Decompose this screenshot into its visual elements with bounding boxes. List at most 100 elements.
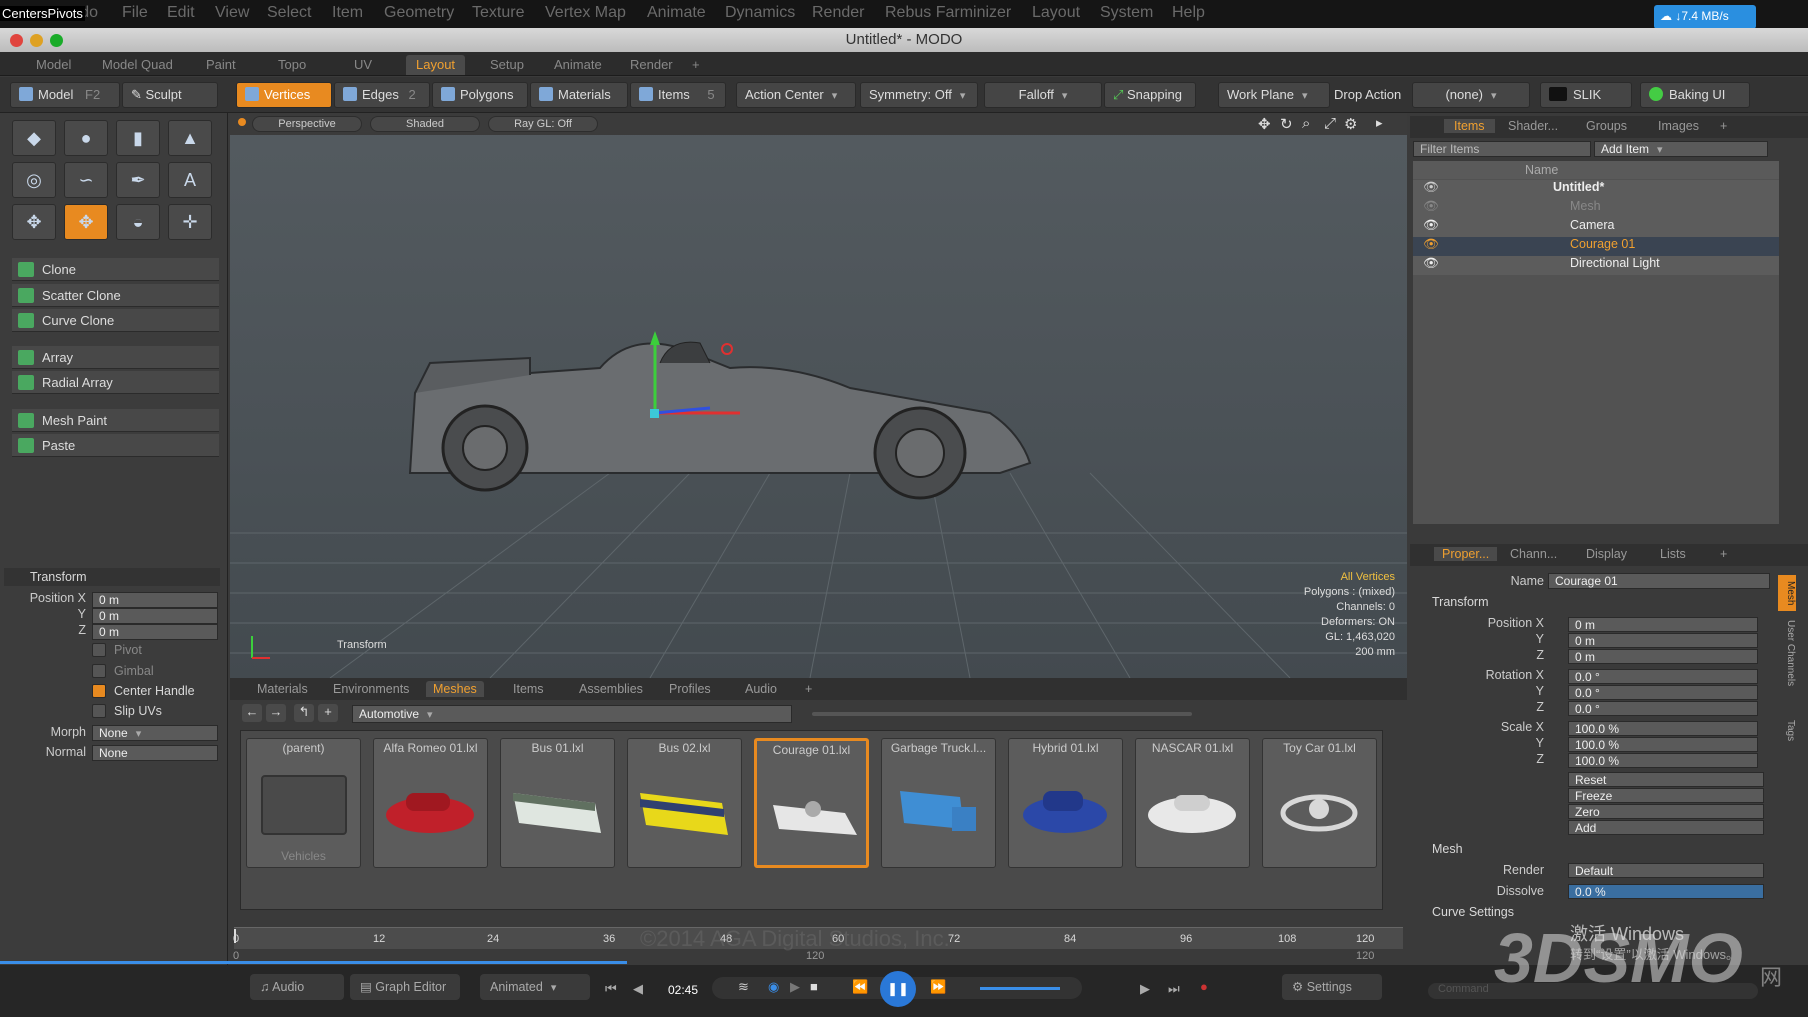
materials-button[interactable]: Materials [530,82,628,108]
menu-item[interactable]: Item [332,4,363,22]
zoom-icon[interactable]: ⌕ [1302,115,1310,132]
tab-audio[interactable]: Audio [738,681,784,697]
tab-layout[interactable]: Layout [406,55,466,75]
tab-meshes[interactable]: Meshes [426,681,484,697]
transform-icon[interactable]: ✥ [64,204,108,240]
tab-properties[interactable]: Proper... [1434,547,1498,561]
side-tab-mesh[interactable]: Mesh [1778,575,1796,611]
volume-icon[interactable]: ≋ [738,979,749,995]
falloff-dropdown[interactable]: Falloff [984,82,1102,108]
pause-icon[interactable]: ❚❚ [880,971,916,1007]
add-dropdown[interactable]: Add [1568,820,1764,835]
item-row-light[interactable]: 👁 Directional Light [1413,256,1779,275]
torus-icon[interactable]: ◎ [12,162,56,198]
tab-animate[interactable]: Animate [544,55,612,75]
curve-clone-button[interactable]: Curve Clone [12,309,219,332]
edges-button[interactable]: Edges 2 [334,82,430,108]
graph-editor-button[interactable]: ▤ Graph Editor [350,974,460,1000]
skip-start-icon[interactable]: ⏮ [605,981,617,997]
tab-images[interactable]: Images [1658,119,1699,133]
array-button[interactable]: Array [12,346,219,369]
gear-icon[interactable]: ⚙ [1344,115,1357,133]
settings-button[interactable]: ⚙ Settings [1282,974,1382,1000]
gimbal-checkbox[interactable] [92,664,106,678]
position-y-field[interactable]: 0 m [92,608,218,624]
position-z-field[interactable]: 0 m [92,624,218,640]
model-button[interactable]: Model F2 [10,82,120,108]
rotate-icon[interactable]: ◒ [116,204,160,240]
step-forward-icon[interactable]: ▶ [1140,981,1150,997]
prop-position-y[interactable]: 0 m [1568,633,1758,648]
paste-button[interactable]: Paste [12,434,219,457]
cube-icon[interactable]: ◆ [12,120,56,156]
item-row-scene[interactable]: 👁 Untitled* [1413,180,1779,199]
items-button[interactable]: Items 5 [630,82,726,108]
cylinder-icon[interactable]: ▮ [116,120,160,156]
timeline[interactable]: 0 12 24 36 48 60 72 84 96 108 120 0 120 … [230,925,1407,965]
tab-display[interactable]: Display [1586,547,1627,561]
preset-card-parent[interactable]: (parent) Vehicles [246,738,361,868]
eye-icon[interactable]: 👁 [1423,237,1439,252]
tab-render[interactable]: Render [620,55,683,75]
curve-settings-section[interactable]: Curve Settings [1432,905,1514,919]
menu-render[interactable]: Render [812,4,864,22]
chevron-right-icon[interactable]: ▸ [1376,115,1383,131]
menu-view[interactable]: View [215,4,249,22]
menu-animate[interactable]: Animate [647,4,706,22]
mesh-paint-button[interactable]: Mesh Paint [12,409,219,432]
prop-rotation-y[interactable]: 0.0 ° [1568,685,1758,700]
back-arrow-icon[interactable]: ← [242,704,262,722]
tab-lists[interactable]: Lists [1660,547,1686,561]
add-icon[interactable]: + [318,704,338,722]
prop-position-x[interactable]: 0 m [1568,617,1758,632]
work-plane-dropdown[interactable]: Work Plane [1218,82,1330,108]
eye-icon[interactable]: 👁 [1423,199,1439,214]
center-handle-checkbox[interactable] [92,684,106,698]
eye-icon[interactable]: 👁 [1423,218,1439,233]
sphere-icon[interactable]: ● [64,120,108,156]
pen-icon[interactable]: ✒ [116,162,160,198]
eye-icon[interactable]: 👁 [1423,180,1439,195]
text-icon[interactable]: A [168,162,212,198]
render-dropdown[interactable]: Default [1568,863,1764,878]
maximize-viewport-icon[interactable]: ⤢ [1324,115,1336,132]
tab-model-quad[interactable]: Model Quad [92,55,183,75]
scatter-clone-button[interactable]: Scatter Clone [12,284,219,307]
transform-section[interactable]: Transform [1432,595,1489,609]
fast-forward-icon[interactable]: ⏩ [930,979,946,995]
stop-icon[interactable]: ■ [810,979,818,994]
reset-dropdown[interactable]: Reset [1568,772,1764,787]
eye-icon[interactable]: 👁 [1423,256,1439,271]
filter-items-input[interactable]: Filter Items [1413,141,1591,157]
mesh-section[interactable]: Mesh [1432,842,1463,856]
preset-card[interactable]: Hybrid 01.lxl [1008,738,1123,868]
scale-icon[interactable]: ✛ [168,204,212,240]
record-icon[interactable]: ● [1200,979,1208,994]
morph-dropdown[interactable]: None [92,725,218,741]
loop-icon[interactable]: ◉ [768,979,779,995]
menu-system[interactable]: System [1100,4,1153,22]
tab-channels[interactable]: Chann... [1510,547,1557,561]
tab-add[interactable]: + [682,55,710,75]
tab-add-preset[interactable]: + [798,681,819,697]
audio-button[interactable]: ♫ Audio [250,974,344,1000]
animated-dropdown[interactable]: Animated [480,974,590,1000]
prop-rotation-x[interactable]: 0.0 ° [1568,669,1758,684]
raygl-dropdown[interactable]: Ray GL: Off [488,116,598,132]
transform-section-header[interactable]: Transform [4,568,220,586]
prop-rotation-z[interactable]: 0.0 ° [1568,701,1758,716]
snapping-button[interactable]: ⤢ Snapping [1104,82,1196,108]
vertices-button[interactable]: Vertices 1 [236,82,332,126]
play-icon[interactable]: ▶ [790,979,800,995]
slik-button[interactable]: SLIK [1540,82,1632,108]
video-progress-bar[interactable] [0,961,627,964]
preset-card[interactable]: NASCAR 01.lxl [1135,738,1250,868]
tab-add-panel[interactable]: + [1720,119,1727,133]
tab-model[interactable]: Model [26,55,81,75]
tab-environments[interactable]: Environments [326,681,416,697]
3d-viewport[interactable]: Transform All Vertices Polygons : (mixed… [230,113,1407,678]
menu-geometry[interactable]: Geometry [384,4,454,22]
menu-help[interactable]: Help [1172,4,1205,22]
add-item-dropdown[interactable]: Add Item [1594,141,1768,157]
orbit-icon[interactable]: ↻ [1280,115,1293,133]
